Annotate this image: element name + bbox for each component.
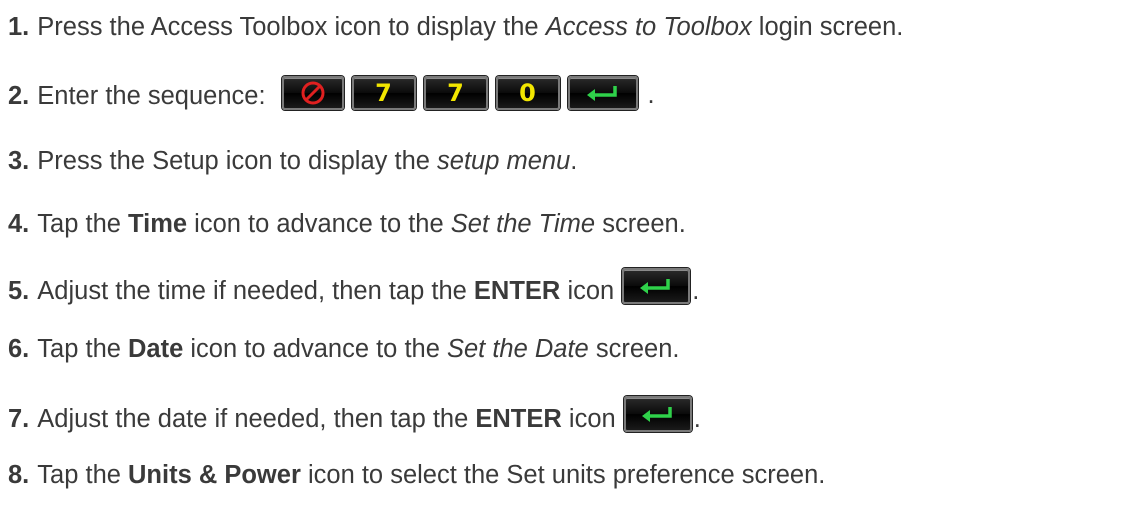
- step-text: Adjust the date if needed, then tap the: [37, 405, 476, 433]
- enter-key: [623, 396, 692, 432]
- step-8: 8. Tap the Units & Power icon to select …: [8, 460, 825, 490]
- enter-key: [567, 76, 638, 110]
- step-number: 1.: [8, 13, 30, 41]
- icon-name: ENTER: [475, 405, 562, 433]
- enter-icon: [586, 86, 617, 101]
- step-5: 5. Adjust the time if needed, then tap t…: [8, 268, 700, 306]
- cancel-icon: [301, 81, 325, 105]
- step-4: 4. Tap the Time icon to advance to the S…: [8, 209, 686, 239]
- screen-name: Set the Time: [450, 210, 596, 238]
- icon-name: Date: [128, 335, 184, 363]
- step-number: 5.: [8, 277, 30, 305]
- step-end: .: [692, 277, 700, 305]
- step-text: screen.: [595, 210, 686, 238]
- step-text: Enter the sequence:: [37, 82, 266, 110]
- step-number: 3.: [8, 147, 30, 175]
- step-text: Tap the: [37, 210, 129, 238]
- step-6: 6. Tap the Date icon to advance to the S…: [8, 334, 679, 364]
- enter-key: [622, 268, 691, 304]
- enter-icon: [640, 279, 670, 294]
- step-end: .: [693, 405, 701, 433]
- step-text: icon: [560, 277, 615, 305]
- step-number: 2.: [8, 82, 30, 110]
- step-text: icon: [561, 405, 616, 433]
- enter-icon: [641, 407, 672, 422]
- screen-name: Set the Date: [446, 335, 589, 363]
- step-text: icon to advance to the: [183, 335, 447, 363]
- step-3: 3. Press the Setup icon to display the s…: [8, 146, 577, 176]
- digit-key: 0: [495, 76, 560, 110]
- step-text: Press the Access Toolbox icon to display…: [37, 13, 546, 41]
- screen-name: Access to Toolbox: [545, 13, 752, 41]
- step-number: 6.: [8, 335, 30, 363]
- step-text: icon to advance to the: [187, 210, 451, 238]
- step-text: Adjust the time if needed, then tap the: [37, 277, 474, 305]
- digit-key: 7: [423, 76, 488, 110]
- step-number: 7.: [8, 405, 30, 433]
- step-number: 4.: [8, 210, 30, 238]
- step-text: Tap the: [37, 461, 129, 489]
- key-sequence: 7 7 0 .: [281, 76, 655, 110]
- step-text: login screen.: [751, 13, 904, 41]
- icon-name: Units & Power: [128, 461, 301, 489]
- digit-key: 7: [351, 76, 416, 110]
- step-text: Press the Setup icon to display the: [37, 147, 438, 175]
- step-text: Tap the: [37, 335, 129, 363]
- step-text: icon to select the Set units preference …: [300, 461, 826, 489]
- step-2: 2. Enter the sequence: 7 7 0 .: [8, 76, 655, 111]
- step-end: .: [647, 81, 655, 109]
- step-text: .: [570, 147, 578, 175]
- step-number: 8.: [8, 461, 30, 489]
- step-1: 1. Press the Access Toolbox icon to disp…: [8, 12, 903, 42]
- icon-name: Time: [128, 210, 188, 238]
- icon-name: ENTER: [473, 277, 561, 305]
- step-7: 7. Adjust the date if needed, then tap t…: [8, 396, 701, 434]
- menu-name: setup menu: [437, 147, 571, 175]
- step-text: screen.: [588, 335, 680, 363]
- cancel-key: [281, 76, 344, 110]
